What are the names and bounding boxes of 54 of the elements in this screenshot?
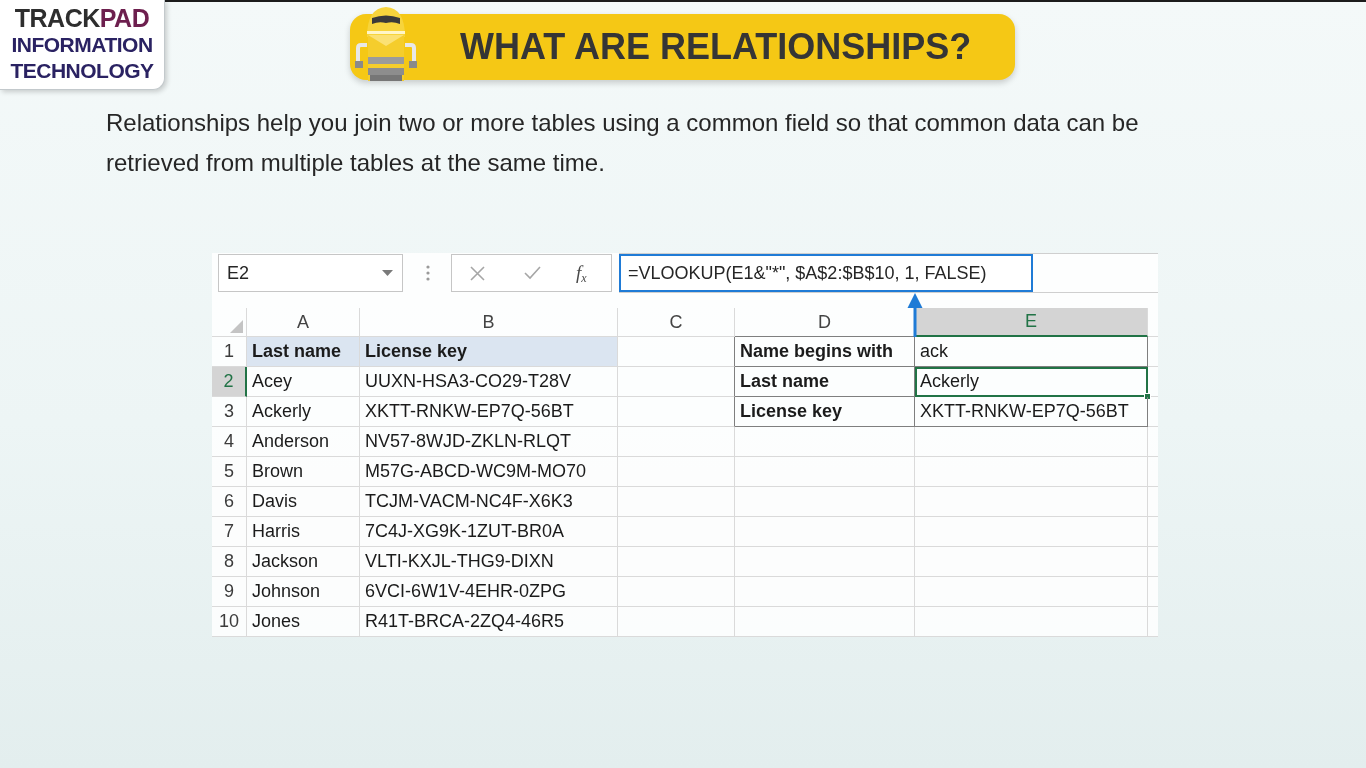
row-header[interactable]: 4 [212,427,247,457]
row-header[interactable]: 9 [212,577,247,607]
row-header[interactable]: 10 [212,607,247,637]
robot-icon [355,5,417,81]
vertical-dots-icon [426,265,430,281]
formula-field[interactable]: =VLOOKUP(E1&"*", $A$2:$B$10, 1, FALSE) [619,254,1033,292]
insert-function-button[interactable]: f$_{x}$ [576,263,587,283]
table-cell: XKTT-RNKW-EP7Q-56BT [360,397,618,427]
select-all-corner[interactable] [212,308,247,337]
table-cell: ack [915,337,1148,367]
table-cell: Jones [247,607,360,637]
table-cell: TCJM-VACM-NC4F-X6K3 [360,487,618,517]
table-cell: Last name [247,337,360,367]
row-header[interactable]: 3 [212,397,247,427]
name-box[interactable]: E2 [218,254,403,292]
dropdown-caret-icon[interactable] [382,270,393,276]
table-cell: License key [735,397,915,427]
logo-tagline-text: INFORMATION TECHNOLOGY [9,32,155,84]
table-cell: UUXN-HSA3-CO29-T28V [360,367,618,397]
check-icon[interactable] [524,266,541,280]
pointer-arrow [907,293,923,337]
table-cell: Acey [247,367,360,397]
table-cell: Davis [247,487,360,517]
table-cell: Harris [247,517,360,547]
fill-handle-icon[interactable] [1144,393,1151,400]
table-cell: Johnson [247,577,360,607]
table-cell: R41T-BRCA-2ZQ4-46R5 [360,607,618,637]
table-cell: M57G-ABCD-WC9M-MO70 [360,457,618,487]
table-cell: VLTI-KXJL-THG9-DIXN [360,547,618,577]
table-cell: Jackson [247,547,360,577]
table-cell: 6VCI-6W1V-4EHR-0ZPG [360,577,618,607]
banner-title: WHAT ARE RELATIONSHIPS? [460,27,972,67]
table-cell: License key [360,337,618,367]
table-cell: Anderson [247,427,360,457]
table-cell: 7C4J-XG9K-1ZUT-BR0A [360,517,618,547]
cancel-icon[interactable] [470,265,485,281]
logo-brand-text: TRACKPAD [14,4,150,32]
table-cell: Name begins with [735,337,915,367]
corner-triangle-icon [230,320,243,333]
row-header[interactable]: 7 [212,517,247,547]
row-header[interactable]: 6 [212,487,247,517]
column-header[interactable]: D [735,308,915,337]
row-header[interactable]: 5 [212,457,247,487]
column-header[interactable]: C [618,308,735,337]
row-header[interactable]: 2 [212,367,247,397]
table-cell: Ackerly [915,367,1148,397]
intro-paragraph: Relationships help you join two or more tables using a common field so that common data can be retrieved from multiple tables at the same time. [106,108,1140,178]
table-cell: Last name [735,367,915,397]
table-cell: Brown [247,457,360,487]
row-header[interactable]: 8 [212,547,247,577]
table-cell: NV57-8WJD-ZKLN-RLQT [360,427,618,457]
table-cell: Ackerly [247,397,360,427]
table-cell: XKTT-RNKW-EP7Q-56BT [915,397,1148,427]
column-header[interactable]: E [915,308,1148,337]
